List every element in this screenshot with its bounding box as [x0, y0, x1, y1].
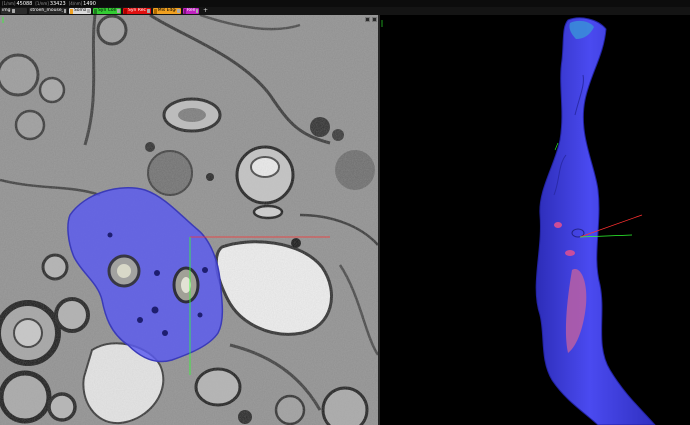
layer-tab-soma[interactable]: Soma — [69, 8, 91, 14]
layer-name: Mis Edge — [157, 8, 177, 13]
x-coordinate-label: [1/nm] — [2, 0, 16, 6]
layer-name: Soma — [73, 8, 87, 13]
layer-name: Syn Con — [97, 8, 117, 13]
layer-visibility-icon[interactable] — [177, 9, 181, 13]
layer-tab-mis-edge[interactable]: Mis Edge — [153, 8, 181, 14]
3d-mesh-render[interactable] — [380, 15, 690, 425]
layer-tab-remo[interactable]: Remo — [183, 8, 199, 14]
layer-bar: img stroeh_mouse_retina Soma Syn Con Syn Rec… — [0, 7, 690, 15]
y-coordinate-value[interactable]: 33423 — [50, 1, 66, 7]
z-coordinate[interactable]: [4/nm] 1490 — [69, 1, 96, 7]
layer-name: stroeh_mouse_retina — [30, 8, 63, 13]
slice-view-panel[interactable] — [0, 15, 378, 425]
layer-color-swatch[interactable] — [154, 8, 157, 14]
layer-name: img — [2, 8, 11, 13]
z-coordinate-label: [4/nm] — [68, 0, 83, 6]
y-coordinate-label: [1/nm] — [35, 0, 49, 6]
z-coordinate-value[interactable]: 1490 — [83, 1, 96, 7]
layer-visibility-icon[interactable] — [63, 9, 66, 13]
layer-tab-stroeh-mouse-retina[interactable]: stroeh_mouse_retina — [29, 8, 67, 14]
y-coordinate[interactable]: [1/nm] 33423 — [35, 1, 65, 7]
layer-visibility-icon[interactable] — [87, 9, 90, 13]
layer-name: Remo — [186, 8, 196, 13]
layer-visibility-icon[interactable] — [117, 9, 121, 13]
neuron-mesh — [535, 17, 656, 425]
layer-visibility-icon[interactable] — [146, 9, 150, 13]
coordinate-bar: [1/nm] 45088 [1/nm] 33423 [4/nm] 1490 — [0, 0, 690, 7]
layer-color-swatch[interactable] — [70, 8, 73, 14]
layer-color-swatch[interactable] — [94, 8, 97, 14]
maximize-panel-button[interactable] — [365, 17, 370, 22]
layer-tab-img[interactable]: img — [1, 8, 27, 14]
x-coordinate[interactable]: [1/nm] 45088 — [2, 1, 32, 7]
layer-tab-syn-con[interactable]: Syn Con — [93, 8, 121, 14]
layer-color-swatch[interactable] — [184, 8, 186, 14]
layer-tab-syn-rec[interactable]: Syn Rec — [123, 8, 151, 14]
x-coordinate-value[interactable]: 45088 — [16, 1, 32, 7]
layer-visibility-icon[interactable] — [11, 9, 15, 13]
3d-view-panel[interactable] — [380, 15, 690, 425]
add-layer-button[interactable]: + — [203, 8, 208, 14]
em-slice-image[interactable] — [0, 15, 378, 425]
panel-settings-button[interactable] — [372, 17, 377, 22]
layer-visibility-icon[interactable] — [196, 9, 198, 13]
layer-color-swatch[interactable] — [124, 8, 127, 14]
layer-name: Syn Rec — [128, 8, 146, 13]
